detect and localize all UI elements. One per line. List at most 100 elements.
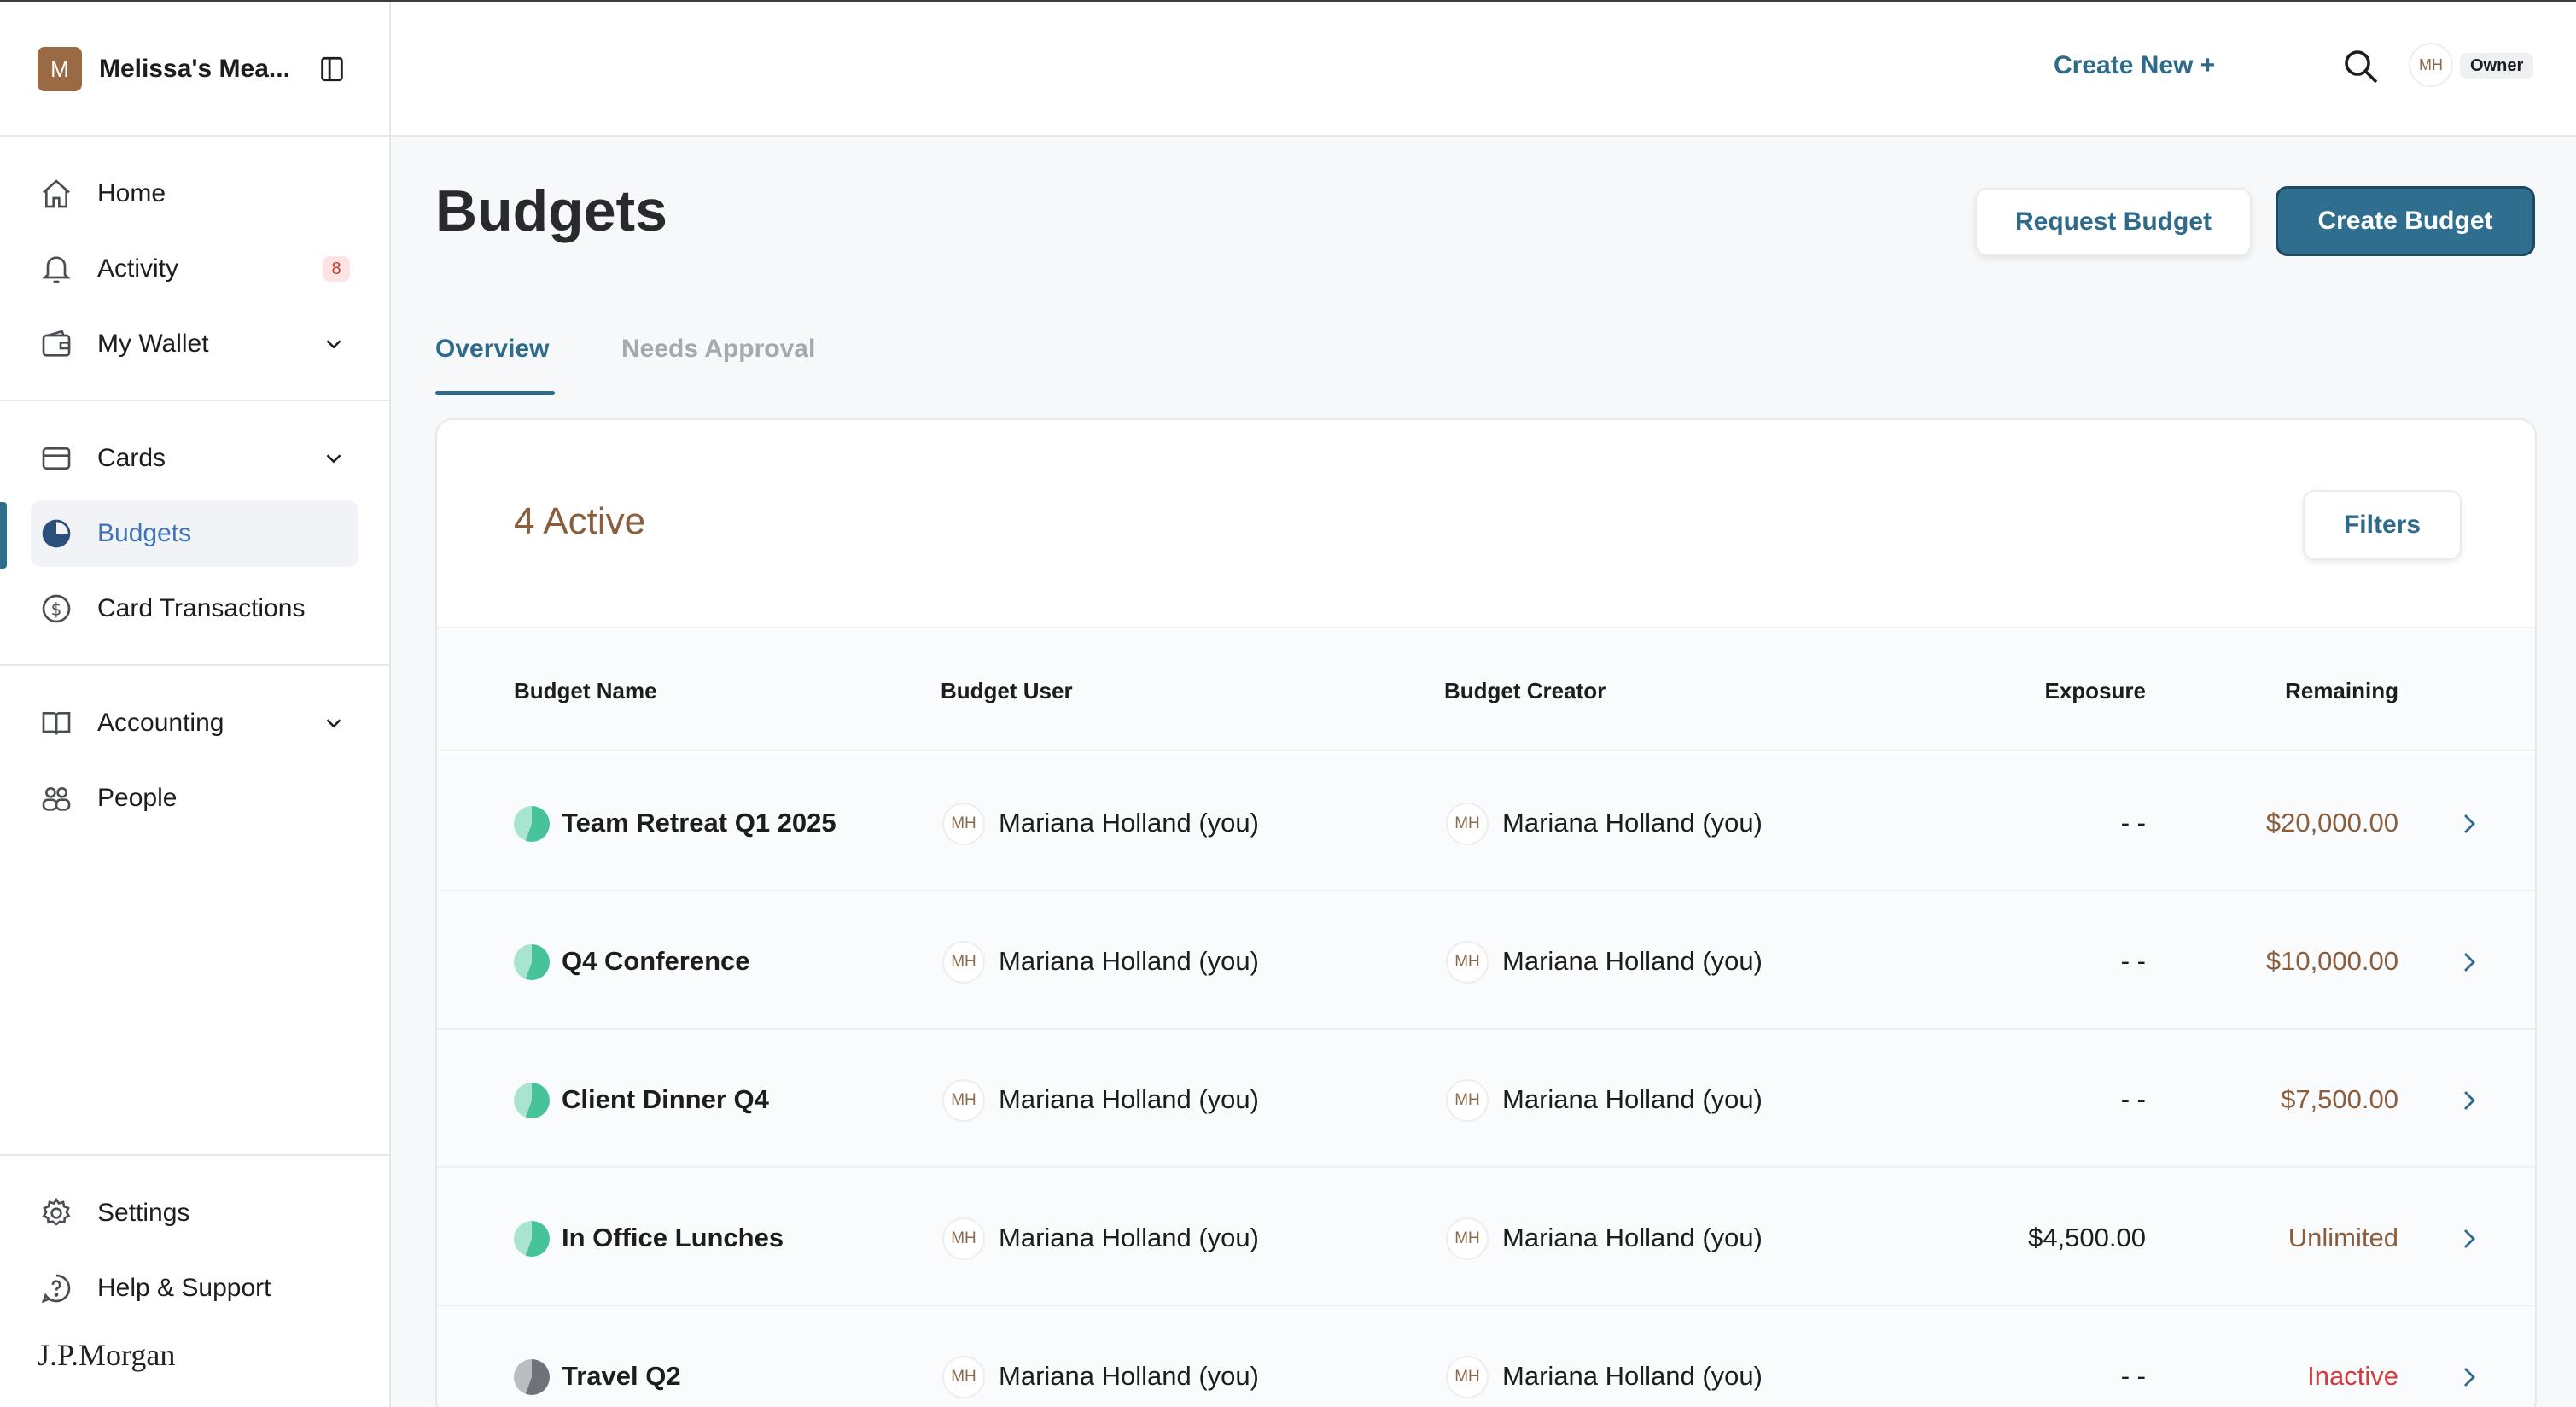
budget-creator: Mariana Holland (you) xyxy=(1502,946,1763,976)
sidebar-item-label: People xyxy=(97,784,178,812)
sidebar-item-accounting[interactable]: Accounting xyxy=(31,690,358,756)
sidebar: M Melissa's Mea... Home Activity 8 My Wa… xyxy=(0,2,391,1407)
search-icon[interactable] xyxy=(2340,46,2381,87)
budget-name: In Office Lunches xyxy=(562,1223,784,1252)
sidebar-divider xyxy=(0,400,389,401)
sidebar-divider xyxy=(0,1154,389,1156)
chevron-down-icon xyxy=(326,454,341,464)
user-avatar[interactable]: MH xyxy=(2409,43,2453,87)
sidebar-item-label: Cards xyxy=(97,444,166,472)
gear-icon xyxy=(38,1194,75,1232)
sidebar-item-label: Budgets xyxy=(97,519,192,547)
budget-name: Travel Q2 xyxy=(562,1361,681,1391)
svg-text:$: $ xyxy=(51,599,62,620)
budget-exposure: $4,500.00 xyxy=(2028,1223,2146,1252)
budget-remaining: $20,000.00 xyxy=(2265,808,2398,838)
budget-exposure: - - xyxy=(2120,1361,2146,1391)
table-row[interactable]: Team Retreat Q1 2025 MH Mariana Holland (y… xyxy=(437,753,2535,891)
column-header-budget-name[interactable]: Budget Name xyxy=(514,678,657,704)
creator-avatar: MH xyxy=(1446,1217,1489,1260)
request-budget-button[interactable]: Request Budget xyxy=(1975,188,2252,256)
budget-status-icon xyxy=(514,1359,550,1395)
sidebar-item-home[interactable]: Home xyxy=(31,161,358,227)
sidebar-toggle-icon[interactable] xyxy=(318,55,347,84)
budget-creator: Mariana Holland (you) xyxy=(1502,1084,1763,1114)
table-row[interactable]: Q4 Conference MH Mariana Holland (you) MH Ma… xyxy=(437,891,2535,1030)
help-icon xyxy=(38,1270,75,1307)
column-header-budget-creator[interactable]: Budget Creator xyxy=(1444,678,1606,704)
sidebar-item-label: Help & Support xyxy=(97,1274,271,1302)
budget-user: Mariana Holland (you) xyxy=(999,1084,1259,1114)
sidebar-divider xyxy=(0,135,389,137)
chevron-down-icon xyxy=(326,719,341,728)
book-icon xyxy=(38,704,75,742)
sidebar-item-budgets[interactable]: Budgets xyxy=(31,500,358,567)
sidebar-item-label: My Wallet xyxy=(97,330,209,358)
create-budget-button[interactable]: Create Budget xyxy=(2276,186,2535,256)
table-row[interactable]: Client Dinner Q4 MH Mariana Holland (you) M… xyxy=(437,1030,2535,1168)
user-avatar: MH xyxy=(942,1217,985,1260)
budget-user: Mariana Holland (you) xyxy=(999,1361,1259,1391)
table-row[interactable]: In Office Lunches MH Mariana Holland (you)… xyxy=(437,1168,2535,1306)
people-icon xyxy=(38,779,75,817)
sidebar-item-my-wallet[interactable]: My Wallet xyxy=(31,311,358,377)
budget-name: Q4 Conference xyxy=(562,946,750,976)
org-logo: M xyxy=(38,47,82,91)
budget-exposure: - - xyxy=(2120,808,2146,838)
budget-remaining: $10,000.00 xyxy=(2265,946,2398,976)
budget-remaining: $7,500.00 xyxy=(2281,1084,2398,1114)
tab-needs-approval[interactable]: Needs Approval xyxy=(621,335,815,364)
page-title: Budgets xyxy=(435,178,667,243)
creator-avatar: MH xyxy=(1446,941,1489,984)
user-avatar: MH xyxy=(942,1079,985,1122)
create-new-button[interactable]: Create New + xyxy=(2054,51,2215,80)
chevron-down-icon xyxy=(326,340,341,349)
tab-overview[interactable]: Overview xyxy=(435,335,549,364)
budget-remaining: Inactive xyxy=(2307,1361,2398,1391)
budget-creator: Mariana Holland (you) xyxy=(1502,808,1763,838)
sidebar-item-label: Card Transactions xyxy=(97,594,306,622)
org-switcher[interactable]: M Melissa's Mea... xyxy=(38,46,370,92)
user-avatar: MH xyxy=(942,941,985,984)
sidebar-item-card-transactions[interactable]: $ Card Transactions xyxy=(31,575,358,642)
table-header: Budget Name Budget User Budget Creator E… xyxy=(437,627,2535,751)
column-header-budget-user[interactable]: Budget User xyxy=(941,678,1073,704)
wallet-icon xyxy=(38,325,75,363)
creator-avatar: MH xyxy=(1446,1079,1489,1122)
sidebar-item-people[interactable]: People xyxy=(31,765,358,832)
pie-icon xyxy=(38,515,75,552)
active-count: 4 Active xyxy=(514,500,646,542)
budgets-card: 4 Active Filters Budget Name Budget User… xyxy=(435,418,2537,1407)
budget-status-icon xyxy=(514,1221,550,1257)
chevron-right-icon[interactable] xyxy=(2457,1086,2482,1115)
column-header-remaining[interactable]: Remaining xyxy=(2285,678,2398,704)
sidebar-item-label: Home xyxy=(97,179,166,207)
budget-status-icon xyxy=(514,806,550,842)
budget-exposure: - - xyxy=(2120,946,2146,976)
filters-button[interactable]: Filters xyxy=(2303,490,2462,560)
budget-exposure: - - xyxy=(2120,1084,2146,1114)
jpmorgan-logo: J.P.Morgan xyxy=(38,1338,176,1372)
budget-user: Mariana Holland (you) xyxy=(999,1223,1259,1252)
sidebar-item-label: Accounting xyxy=(97,709,224,737)
budget-user: Mariana Holland (you) xyxy=(999,946,1259,976)
chevron-right-icon[interactable] xyxy=(2457,1224,2482,1253)
sidebar-item-settings[interactable]: Settings xyxy=(31,1180,358,1246)
chevron-right-icon[interactable] xyxy=(2457,1363,2482,1392)
sidebar-item-activity[interactable]: Activity 8 xyxy=(31,236,358,302)
budget-status-icon xyxy=(514,944,550,980)
budget-creator: Mariana Holland (you) xyxy=(1502,1223,1763,1252)
budget-status-icon xyxy=(514,1083,550,1118)
table-row[interactable]: Travel Q2 MH Mariana Holland (you) MH Marian… xyxy=(437,1306,2535,1407)
top-header: Create New + MH Owner xyxy=(391,2,2576,137)
chevron-right-icon[interactable] xyxy=(2457,948,2482,977)
sidebar-item-cards[interactable]: Cards xyxy=(31,425,358,492)
chevron-right-icon[interactable] xyxy=(2457,809,2482,838)
budget-user: Mariana Holland (you) xyxy=(999,808,1259,838)
budget-name: Client Dinner Q4 xyxy=(562,1084,769,1114)
column-header-exposure[interactable]: Exposure xyxy=(2045,678,2147,704)
sidebar-item-help-support[interactable]: Help & Support xyxy=(31,1255,358,1322)
active-nav-indicator xyxy=(0,502,7,569)
user-avatar: MH xyxy=(942,803,985,845)
budget-creator: Mariana Holland (you) xyxy=(1502,1361,1763,1391)
